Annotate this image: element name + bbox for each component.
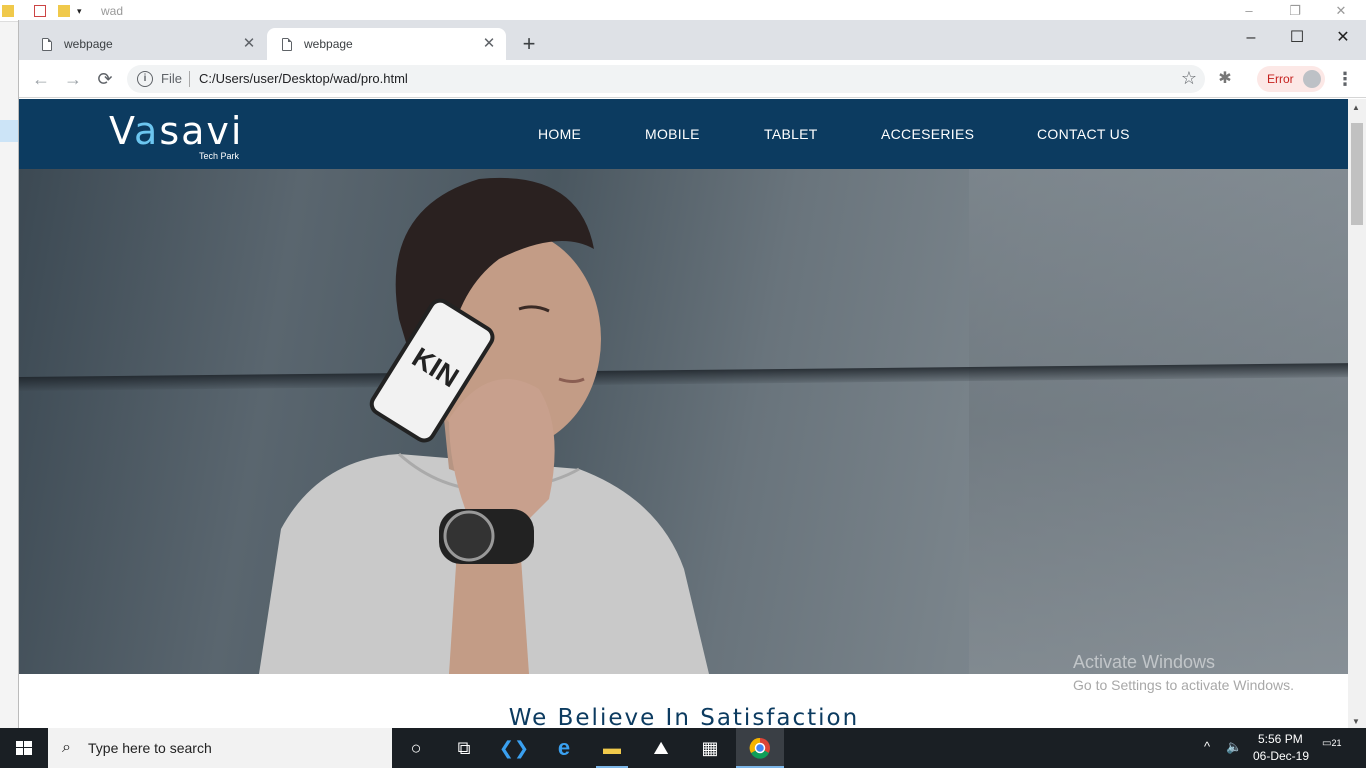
tab-title: webpage [64,37,113,51]
new-tab-button[interactable]: + [516,32,542,58]
folder-icon [2,5,14,17]
tab-webpage-1[interactable]: webpage ✕ [27,28,266,60]
clock-time[interactable]: 5:56 PM [1258,732,1303,746]
task-view-icon[interactable]: ⧉ [440,728,488,768]
folder-icon [58,5,70,17]
extension-puzzle-icon[interactable]: ✱ [1215,69,1235,89]
taskbar-search-box[interactable]: ⌕ Type here to search [48,728,392,768]
page-icon [42,38,52,51]
windows-logo-icon [16,741,32,755]
reload-button[interactable]: ⟳ [92,66,118,92]
cortana-icon[interactable]: ○ [392,728,440,768]
forward-button[interactable]: → [60,66,86,92]
explorer-title: wad [101,4,124,18]
avatar-icon [1303,70,1321,88]
browser-toolbar: ← → ⟳ i File C:/Users/user/Desktop/wad/p… [19,60,1366,98]
photos-icon[interactable]: ⛰ [637,728,685,768]
start-button[interactable] [0,728,48,768]
tagline-heading: We Believe In Satisfaction [508,705,860,728]
explorer-side-panel: 4 [0,22,18,744]
close-icon[interactable]: ✕ [480,35,498,53]
tab-title: webpage [304,37,353,51]
page-viewport: Vasavi Tech Park HOME MOBILE TABLET ACCE… [19,99,1349,728]
bookmark-star-icon[interactable]: ☆ [1181,68,1197,89]
page-icon [282,38,292,51]
scheme-label: File [161,71,182,86]
tab-strip: webpage ✕ webpage ✕ + – ☐ ✕ [19,20,1366,60]
chrome-logo-icon [749,737,770,759]
close-window-button[interactable]: ✕ [1320,24,1366,52]
kebab-menu-icon[interactable]: ⋮ [1335,68,1355,90]
activation-watermark-title: Activate Windows [1073,652,1216,672]
chrome-icon[interactable] [736,728,784,768]
divider [189,71,190,87]
clock-date[interactable]: 06-Dec-19 [1253,749,1309,763]
explorer-selected-row[interactable] [0,120,18,142]
notification-center-icon[interactable]: ▭21 [1322,738,1344,756]
profile-error-button[interactable]: Error [1257,66,1325,92]
dropdown-icon[interactable]: ▾ [77,5,89,17]
minimize-button[interactable]: – [1228,24,1274,52]
page-scrollbar[interactable]: ▲ ▼ [1348,99,1366,728]
address-bar[interactable]: i File C:/Users/user/Desktop/wad/pro.htm… [127,65,1205,93]
notification-count: 21 [1331,738,1342,748]
show-hidden-icons-chevron-icon[interactable]: ^ [1204,739,1210,768]
maximize-button[interactable]: ☐ [1274,24,1320,52]
tab-webpage-2[interactable]: webpage ✕ [267,28,506,60]
scroll-down-arrow-icon[interactable]: ▼ [1352,717,1360,726]
scroll-up-arrow-icon[interactable]: ▲ [1352,103,1360,112]
back-button[interactable]: ← [28,66,54,92]
explorer-title-bar: ▾ wad – ❐ ✕ [0,0,1366,22]
scrollbar-thumb[interactable] [1351,123,1363,225]
search-placeholder: Type here to search [88,740,212,756]
search-icon: ⌕ [62,739,71,756]
error-label: Error [1267,72,1294,86]
info-icon[interactable]: i [137,71,153,87]
file-explorer-icon[interactable]: ▬ [588,728,636,768]
taskbar: ⌕ Type here to search ○ ⧉ ❮❯ e ▬ ⛰ ▦ ^ 🔈… [0,728,1366,768]
url-text[interactable]: C:/Users/user/Desktop/wad/pro.html [199,71,408,86]
explorer-restore-button[interactable]: ❐ [1272,1,1318,21]
checklist-icon [34,5,46,17]
close-icon[interactable]: ✕ [240,35,258,53]
store-icon[interactable]: ▦ [686,728,734,768]
explorer-minimize-button[interactable]: – [1226,1,1272,21]
vscode-icon[interactable]: ❮❯ [490,728,538,768]
activation-watermark-subtitle: Go to Settings to activate Windows. [1073,677,1294,693]
explorer-close-button[interactable]: ✕ [1318,1,1364,21]
tagline-container: We Believe In Satisfaction [19,99,1349,728]
edge-icon[interactable]: e [540,728,588,768]
volume-icon[interactable]: 🔈 [1226,739,1242,768]
